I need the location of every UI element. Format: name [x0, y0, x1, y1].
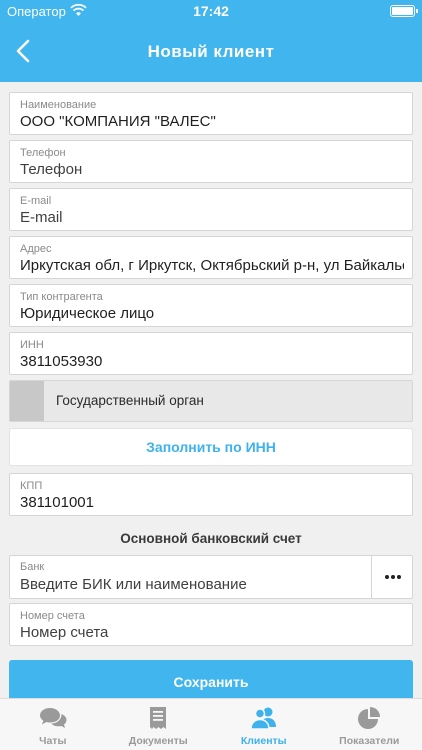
address-label: Адрес — [20, 243, 52, 255]
name-value[interactable]: ООО "КОМПАНИЯ "ВАЛЕС" — [20, 113, 404, 130]
nav-bar: Новый клиент — [0, 22, 422, 82]
counterparty-type-value[interactable]: Юридическое лицо — [20, 305, 404, 322]
tab-bar: Чаты Документы Клиенты Показатели — [0, 698, 422, 750]
page-title: Новый клиент — [147, 42, 275, 61]
account-number-field[interactable]: Номер счета Номер счета — [9, 603, 413, 646]
tab-clients[interactable]: Клиенты — [211, 699, 317, 750]
government-toggle-label: Государственный орган — [56, 393, 204, 408]
bank-input[interactable]: Введите БИК или наименование — [20, 576, 247, 593]
clock: 17:42 — [193, 3, 229, 19]
kpp-field[interactable]: КПП 381101001 — [9, 473, 413, 516]
battery-icon — [390, 5, 418, 17]
phone-label: Телефон — [20, 147, 66, 159]
tab-clients-label: Клиенты — [240, 735, 287, 747]
tab-chats-label: Чаты — [39, 735, 67, 747]
status-bar: Оператор 17:42 — [0, 0, 422, 22]
name-field[interactable]: Наименование ООО "КОМПАНИЯ "ВАЛЕС" — [9, 92, 413, 135]
email-field[interactable]: E-mail E-mail — [9, 188, 413, 231]
address-field[interactable]: Адрес Иркутская обл, г Иркутск, Октябрьс… — [9, 236, 413, 279]
phone-input[interactable]: Телефон — [20, 161, 404, 178]
account-number-label: Номер счета — [20, 610, 85, 622]
document-icon — [150, 707, 167, 729]
bank-field[interactable]: Банк Введите БИК или наименование — [9, 555, 413, 599]
email-input[interactable]: E-mail — [20, 209, 404, 226]
email-label: E-mail — [20, 195, 52, 207]
address-value[interactable]: Иркутская обл, г Иркутск, Октябрьский р-… — [20, 257, 404, 274]
inn-label: ИНН — [20, 339, 44, 351]
pie-chart-icon — [358, 707, 381, 729]
chat-icon — [39, 708, 67, 728]
government-toggle[interactable]: Государственный орган — [9, 380, 413, 422]
name-label: Наименование — [20, 99, 97, 111]
inn-field[interactable]: ИНН 3811053930 — [9, 332, 413, 375]
inn-value[interactable]: 3811053930 — [20, 353, 404, 370]
tab-documents[interactable]: Документы — [106, 699, 212, 750]
tab-indicators[interactable]: Показатели — [317, 699, 422, 750]
chevron-left-icon — [16, 39, 30, 63]
save-button[interactable]: Сохранить — [9, 660, 413, 698]
tab-chats[interactable]: Чаты — [0, 699, 106, 750]
counterparty-type-field[interactable]: Тип контрагента Юридическое лицо — [9, 284, 413, 327]
account-number-input[interactable]: Номер счета — [20, 624, 404, 641]
fill-by-inn-button[interactable]: Заполнить по ИНН — [9, 428, 413, 466]
kpp-value[interactable]: 381101001 — [20, 494, 404, 511]
bank-label: Банк — [20, 561, 45, 573]
bank-section-title: Основной банковский счет — [120, 531, 302, 546]
phone-field[interactable]: Телефон Телефон — [9, 140, 413, 183]
toggle-switch[interactable] — [10, 381, 44, 421]
client-form: Наименование ООО "КОМПАНИЯ "ВАЛЕС" Телеф… — [0, 82, 422, 698]
kpp-label: КПП — [20, 480, 43, 492]
clients-icon — [249, 707, 276, 730]
back-button[interactable] — [10, 36, 40, 66]
counterparty-type-label: Тип контрагента — [20, 291, 103, 303]
more-horizontal-icon[interactable] — [371, 556, 412, 598]
tab-indicators-label: Показатели — [339, 735, 400, 747]
tab-documents-label: Документы — [128, 735, 188, 747]
